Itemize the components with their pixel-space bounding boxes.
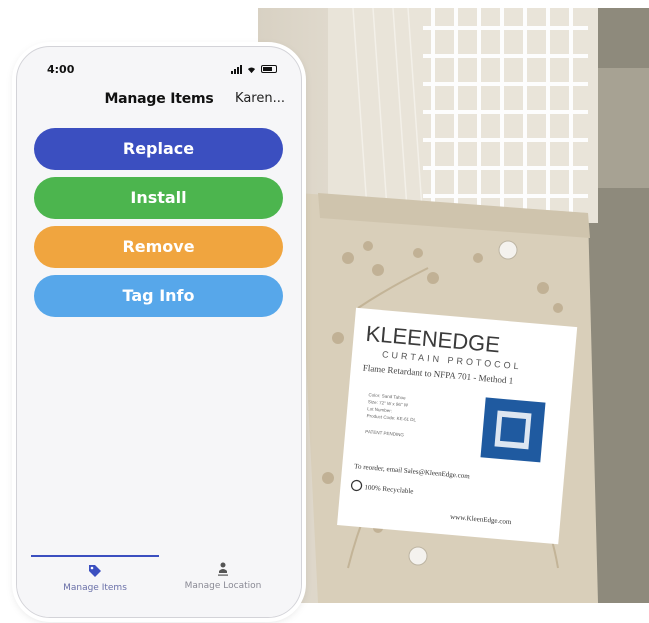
- status-time: 4:00: [47, 63, 75, 76]
- remove-button[interactable]: Remove: [34, 226, 283, 268]
- tab-manage-location[interactable]: Manage Location: [159, 555, 287, 611]
- person-pin-icon: [218, 562, 228, 576]
- phone-frame: 4:00 Manage Items Karen... Replace Insta…: [16, 46, 302, 618]
- signal-icon: [231, 64, 242, 74]
- battery-icon: [261, 65, 277, 73]
- tab-bar: Manage Items Manage Location: [17, 547, 301, 617]
- tab-label: Manage Location: [184, 581, 262, 591]
- install-button[interactable]: Install: [34, 177, 283, 219]
- nav-bar: Manage Items Karen...: [17, 87, 301, 115]
- tag-info-button[interactable]: Tag Info: [34, 275, 283, 317]
- user-menu[interactable]: Karen...: [235, 91, 285, 106]
- status-bar: 4:00: [17, 47, 301, 87]
- tab-manage-items[interactable]: Manage Items: [31, 555, 159, 613]
- wifi-icon: [247, 66, 256, 73]
- tag-icon: [89, 565, 101, 577]
- tab-label: Manage Items: [63, 583, 127, 593]
- action-list: Replace Install Remove Tag Info: [34, 128, 283, 324]
- status-icons: [231, 63, 277, 75]
- replace-button[interactable]: Replace: [34, 128, 283, 170]
- curtain-photo: KLEENEDGE CURTAIN PROTOCOL Flame Retarda…: [258, 8, 649, 603]
